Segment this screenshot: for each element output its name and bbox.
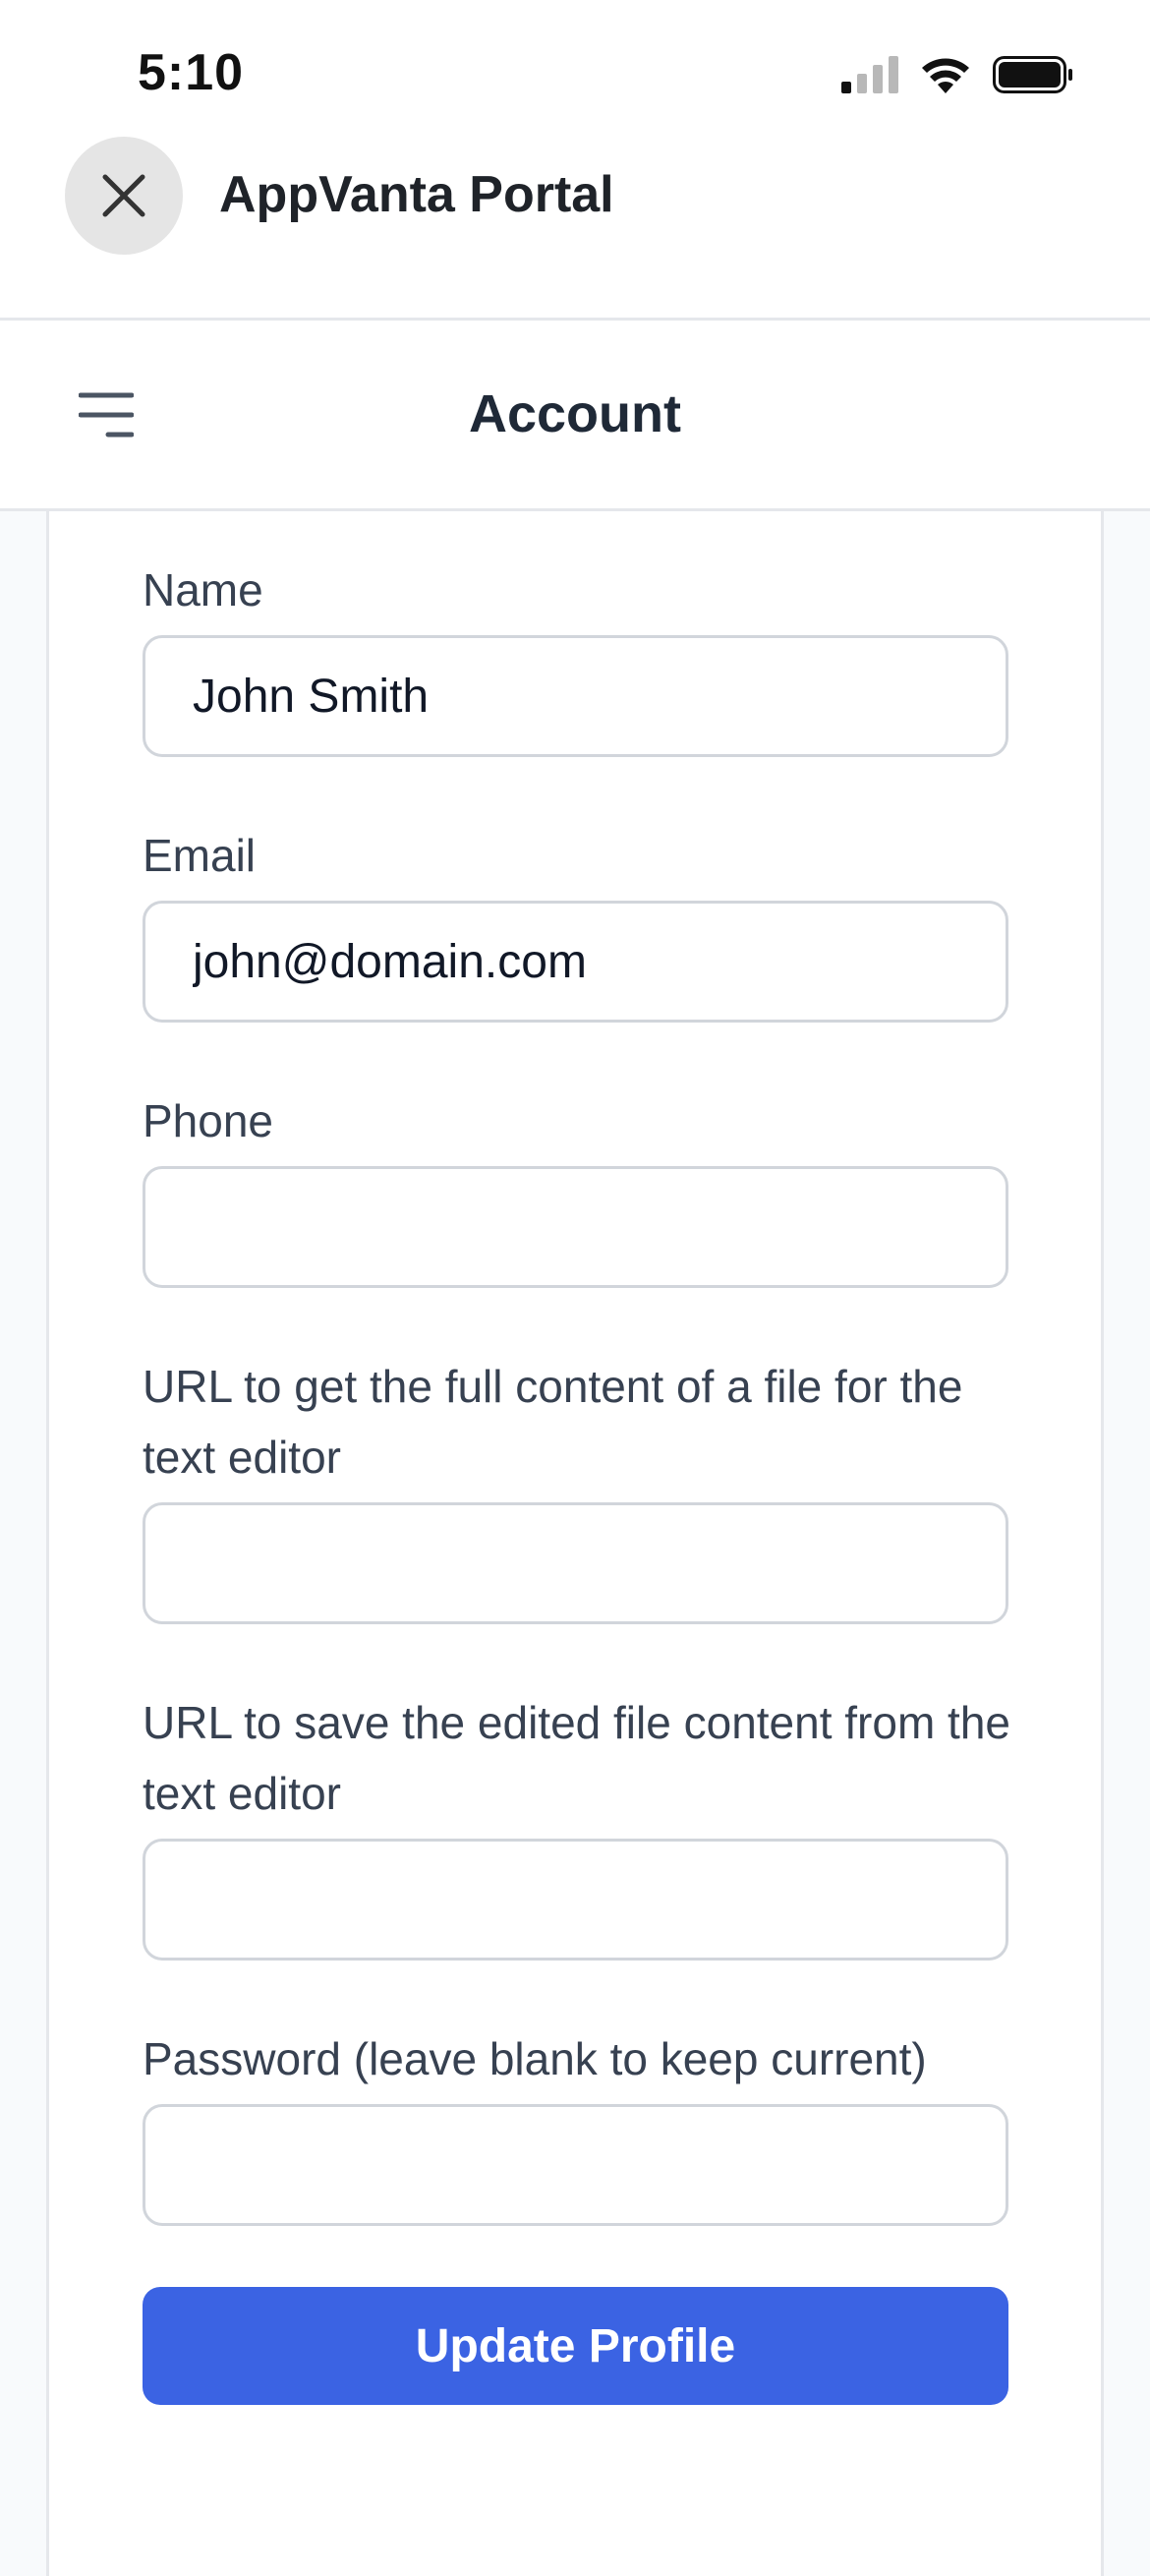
- portal-bar: AppVanta Portal: [0, 128, 1150, 321]
- page-title: Account: [469, 384, 681, 443]
- update-profile-button[interactable]: Update Profile: [143, 2287, 1008, 2405]
- close-icon: [102, 174, 145, 217]
- save-file-url-label: URL to save the edited file content from…: [143, 1697, 1011, 1819]
- status-icons: [841, 55, 1073, 94]
- close-button[interactable]: [65, 137, 183, 255]
- battery-icon: [993, 56, 1072, 93]
- app-header: Account: [0, 321, 1150, 511]
- portal-title: AppVanta Portal: [219, 166, 614, 223]
- status-time: 5:10: [138, 44, 245, 101]
- password-label: Password (leave blank to keep current): [143, 2033, 927, 2084]
- wifi-icon: [922, 58, 969, 93]
- save-file-url-input[interactable]: [143, 1839, 1008, 1961]
- file-content-url-input[interactable]: [143, 1502, 1008, 1624]
- status-bar: 5:10: [0, 0, 1150, 128]
- phone-label: Phone: [143, 1095, 274, 1146]
- signal-icon: [841, 56, 898, 93]
- password-input[interactable]: [143, 2104, 1008, 2226]
- file-content-url-label: URL to get the full content of a file fo…: [143, 1361, 963, 1483]
- name-label: Name: [143, 564, 263, 615]
- email-input[interactable]: [143, 901, 1008, 1023]
- phone-input[interactable]: [143, 1166, 1008, 1288]
- email-label: Email: [143, 830, 257, 881]
- name-input[interactable]: [143, 635, 1008, 757]
